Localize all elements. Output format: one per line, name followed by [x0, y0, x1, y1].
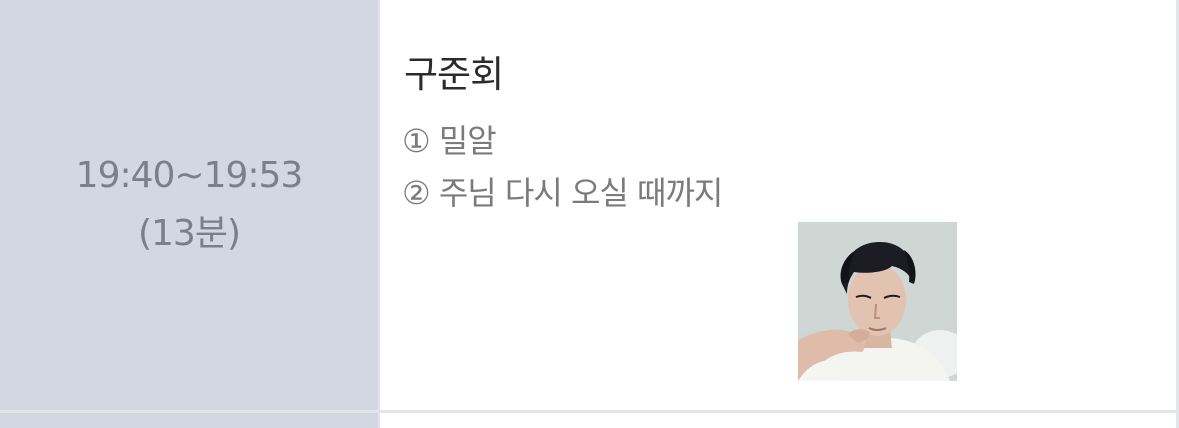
time-range: 19:40~19:53	[75, 155, 304, 196]
time-cell: 19:40~19:53 (13분)	[0, 0, 378, 410]
performer-name: 구준회	[404, 53, 504, 96]
performer-photo	[798, 222, 957, 381]
duration: (13분)	[137, 213, 241, 254]
content-cell: 구준회 ① 밀알 ② 주님 다시 오실 때까지	[380, 0, 1176, 410]
schedule-row: 19:40~19:53 (13분) 구준회 ① 밀알 ② 주님 다시 오실 때까…	[0, 0, 1179, 410]
next-content-cell	[380, 413, 1176, 428]
song-item: ② 주님 다시 오실 때까지	[402, 174, 723, 212]
next-time-cell	[0, 413, 378, 428]
song-list: ① 밀알 ② 주님 다시 오실 때까지	[402, 115, 723, 219]
next-schedule-row	[0, 413, 1179, 428]
performer-photo-image	[798, 222, 957, 381]
song-item: ① 밀알	[402, 122, 497, 160]
